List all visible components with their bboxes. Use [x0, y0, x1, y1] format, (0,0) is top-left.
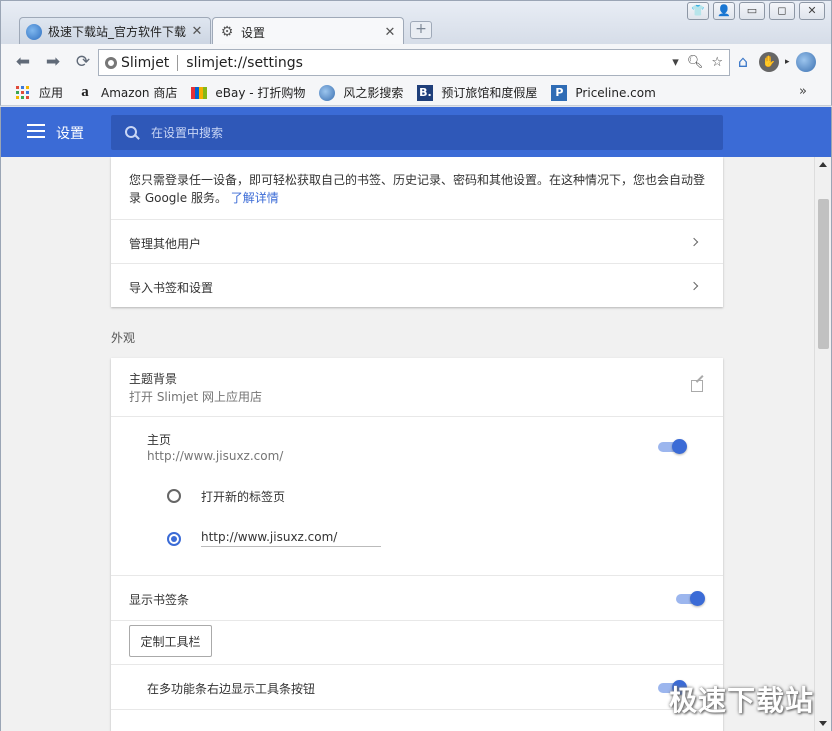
manage-users-row[interactable]: 管理其他用户: [111, 219, 723, 263]
tab-strip: 极速下载站_官方软件下载 ✕ ⚙ 设置 ✕ + 👕 👤 ▭ ◻ ✕: [0, 0, 832, 46]
ebay-icon: [191, 86, 208, 99]
back-arrow-icon[interactable]: ⬅: [13, 52, 33, 72]
restore-button[interactable]: ◻: [769, 2, 795, 20]
open-external-icon[interactable]: [691, 380, 703, 392]
chevron-right-icon: [689, 237, 699, 247]
bookmark-booking[interactable]: B. 预订旅馆和度假屋: [417, 84, 537, 101]
show-bookmarks-row[interactable]: 显示书签条: [111, 575, 723, 620]
vertical-scrollbar[interactable]: [814, 157, 831, 731]
globe-icon: [319, 84, 336, 101]
window-controls: 👕 👤 ▭ ◻ ✕: [687, 2, 825, 20]
bookmark-label: 预订旅馆和度假屋: [441, 86, 538, 100]
bookmark-amazon[interactable]: a Amazon 商店: [77, 84, 177, 101]
import-row[interactable]: 导入书签和设置: [111, 263, 723, 307]
separator: [177, 54, 179, 71]
tab-settings[interactable]: ⚙ 设置 ✕: [212, 17, 404, 46]
new-tab-button[interactable]: +: [410, 21, 432, 39]
close-icon[interactable]: ✕: [190, 24, 204, 39]
address-bar[interactable]: Slimjet slimjet://settings ▾ 🔍︎ ☆: [98, 49, 730, 76]
row-label: 导入书签和设置: [129, 281, 214, 295]
bookmark-priceline[interactable]: P Priceline.com: [551, 84, 656, 101]
bookmark-search[interactable]: 风之影搜索: [319, 84, 403, 101]
url-text[interactable]: slimjet://settings: [186, 55, 672, 71]
appearance-card: 主题背景 打开 Slimjet 网上应用店 主页 http://www.jisu…: [111, 358, 723, 731]
user-icon[interactable]: 👤: [713, 2, 735, 20]
search-input[interactable]: [151, 125, 691, 140]
bookmark-ebay[interactable]: eBay - 打折购物: [191, 84, 305, 101]
browser-toolbar: ⬅ ➡ ⟳ Slimjet slimjet://settings ▾ 🔍︎ ☆ …: [0, 44, 832, 80]
theme-title: 主题背景: [129, 372, 178, 386]
homepage-url-input[interactable]: [201, 527, 381, 547]
toolbar-buttons-row[interactable]: 在多功能条右边显示工具条按钮: [111, 664, 723, 709]
home-title: 主页: [147, 433, 172, 447]
settings-header: 设置: [0, 107, 832, 157]
show-bookmarks-toggle[interactable]: [676, 591, 706, 606]
tab-title: 设置: [241, 25, 266, 40]
search-icon: [125, 125, 139, 140]
bookmark-label: Amazon 商店: [101, 86, 178, 100]
amazon-icon: a: [81, 84, 89, 100]
customize-toolbar-button[interactable]: 定制工具栏: [129, 625, 212, 657]
settings-content: 您只需登录任一设备，即可轻松获取自己的书签、历史记录、密码和其他设置。在这种情况…: [0, 157, 832, 731]
row-label: 管理其他用户: [129, 237, 202, 251]
tab-title: 极速下载站_官方软件下载: [48, 25, 187, 39]
adblock-icon[interactable]: ✋: [759, 52, 779, 72]
site-favicon-icon: [26, 23, 42, 40]
tab-jisuxz[interactable]: 极速下载站_官方软件下载 ✕: [19, 17, 211, 45]
next-row: [111, 709, 723, 731]
dropdown-caret-icon[interactable]: ▾: [672, 55, 679, 70]
menu-globe-icon[interactable]: [795, 52, 816, 72]
site-name: Slimjet: [121, 54, 170, 71]
bookmark-label: Priceline.com: [575, 85, 656, 100]
theme-subtitle: 打开 Slimjet 网上应用店: [129, 390, 263, 404]
chevron-right-icon: [689, 281, 699, 291]
gear-icon: ⚙: [220, 24, 234, 40]
homepage-row: 主页 http://www.jisuxz.com/: [111, 416, 723, 476]
bookmarks-bar: 应用 a Amazon 商店 eBay - 打折购物 风之影搜索 B. 预订旅馆…: [0, 80, 832, 106]
site-info-icon[interactable]: [105, 56, 117, 69]
scroll-up-arrow-icon[interactable]: [819, 162, 827, 167]
apps-grid-icon: [15, 85, 31, 101]
close-icon[interactable]: ✕: [383, 25, 397, 40]
reload-icon[interactable]: ⟳: [73, 52, 93, 72]
bookmark-label: 应用: [39, 86, 64, 100]
bookmark-label: 风之影搜索: [343, 86, 404, 100]
chevron-right-icon[interactable]: ▸: [785, 57, 790, 67]
skin-icon[interactable]: 👕: [687, 2, 709, 20]
row-label: 显示书签条: [129, 593, 190, 607]
radio-newtab-label: 打开新的标签页: [201, 490, 286, 504]
hamburger-menu-icon[interactable]: [27, 124, 45, 138]
scroll-down-arrow-icon[interactable]: [819, 721, 827, 726]
radio-custom[interactable]: [167, 532, 181, 546]
zoom-icon[interactable]: 🔍︎: [687, 55, 704, 70]
people-card: 您只需登录任一设备，即可轻松获取自己的书签、历史记录、密码和其他设置。在这种情况…: [111, 157, 723, 307]
section-title-appearance: 外观: [111, 331, 136, 345]
row-label: 在多功能条右边显示工具条按钮: [147, 682, 316, 696]
settings-search[interactable]: [111, 115, 723, 150]
home-url: http://www.jisuxz.com/: [147, 449, 284, 463]
star-icon[interactable]: ☆: [711, 55, 723, 70]
forward-arrow-icon[interactable]: ➡: [43, 52, 63, 72]
bookmark-label: eBay - 打折购物: [215, 86, 306, 100]
page-title: 设置: [56, 126, 84, 142]
home-icon[interactable]: ⌂: [733, 52, 753, 72]
minimize-button[interactable]: ▭: [739, 2, 765, 20]
close-window-button[interactable]: ✕: [799, 2, 825, 20]
sync-description: 您只需登录任一设备，即可轻松获取自己的书签、历史记录、密码和其他设置。在这种情况…: [129, 173, 706, 205]
priceline-icon: P: [551, 84, 568, 101]
theme-row[interactable]: 主题背景 打开 Slimjet 网上应用店: [111, 358, 723, 416]
watermark: 极速下载站: [668, 684, 814, 717]
chevron-double-right-icon[interactable]: »: [799, 84, 807, 99]
scroll-thumb[interactable]: [818, 199, 829, 349]
radio-newtab[interactable]: [167, 489, 181, 503]
bookmark-apps[interactable]: 应用: [15, 84, 63, 101]
learn-more-link[interactable]: 了解详情: [231, 191, 279, 205]
booking-icon: B.: [417, 84, 434, 101]
home-toggle[interactable]: [658, 439, 688, 454]
